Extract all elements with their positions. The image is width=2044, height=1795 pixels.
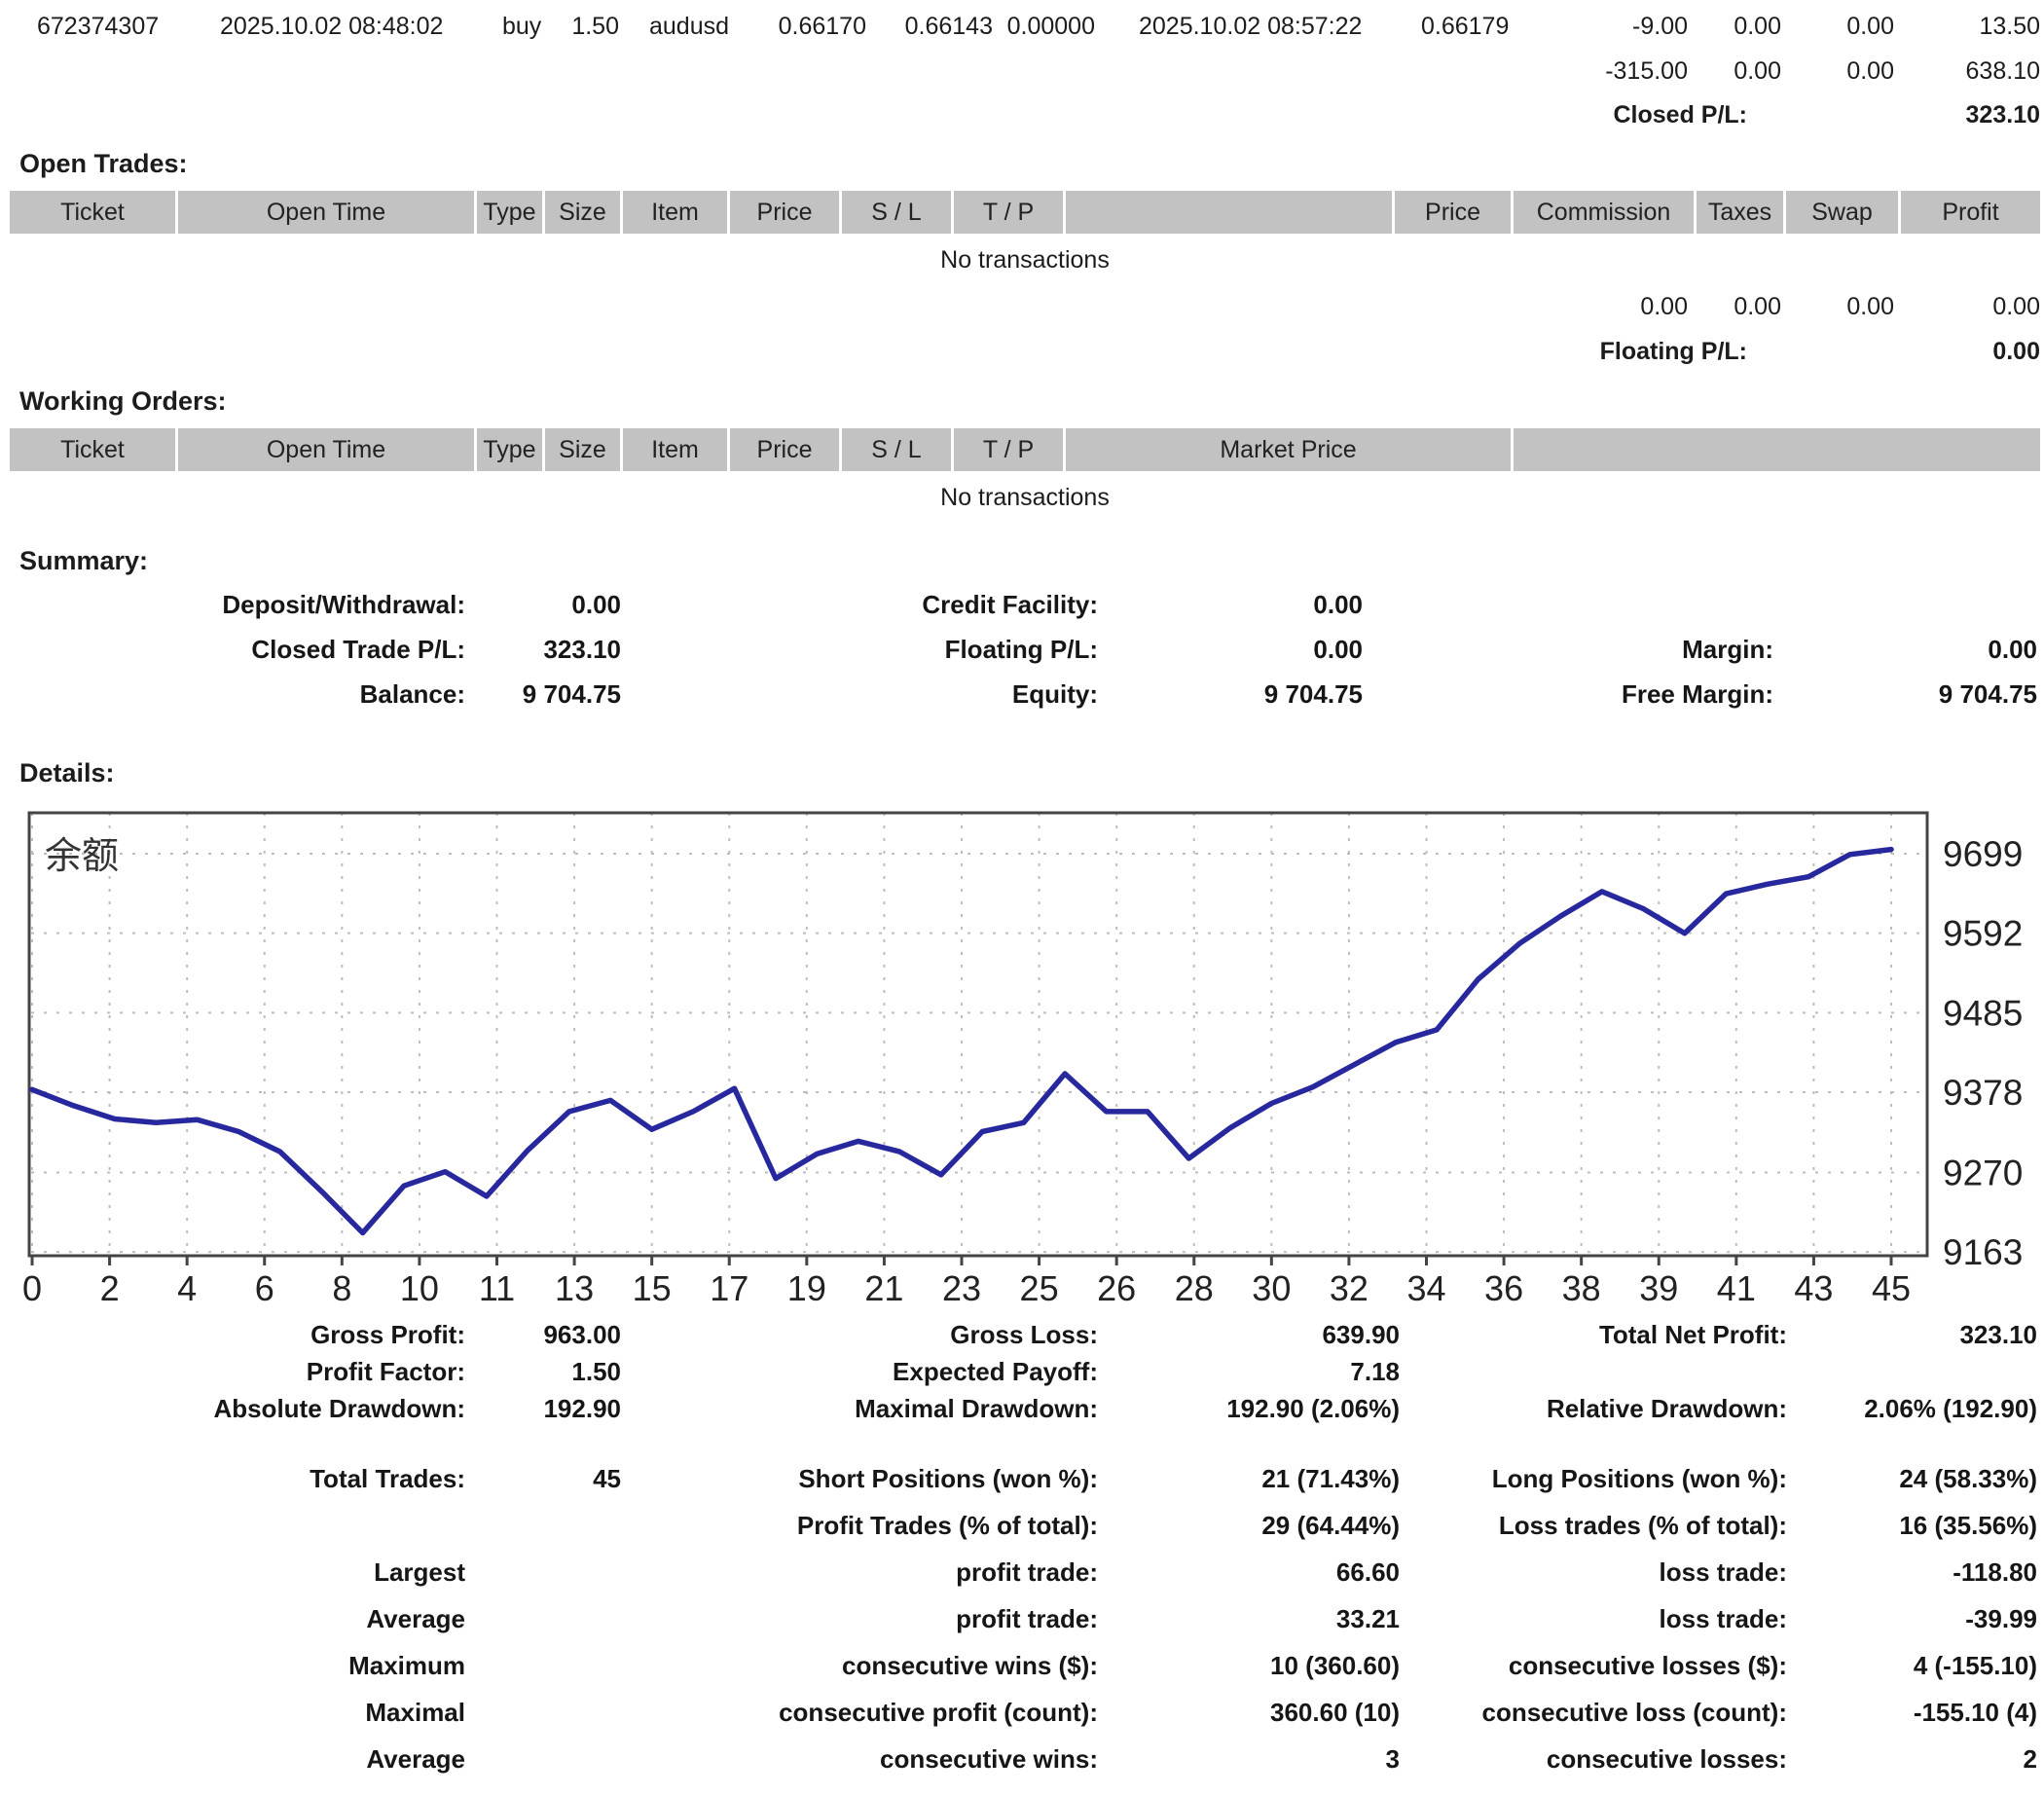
x-tick-label: 13 [555, 1268, 594, 1308]
stat-value: 4 (-155.10) [1801, 1651, 2037, 1680]
stat-label: loss trade: [1421, 1557, 1787, 1587]
stat-label: Average [97, 1744, 465, 1774]
stat-label: Gross Profit: [97, 1320, 465, 1349]
stat-label: consecutive loss (count): [1421, 1698, 1787, 1727]
x-tick-label: 45 [1872, 1268, 1911, 1308]
stat-value: 29 (64.44%) [1119, 1511, 1400, 1540]
x-tick-label: 6 [255, 1268, 274, 1308]
chart-frame [29, 813, 1927, 1256]
stat-value: -39.99 [1801, 1604, 2037, 1633]
x-tick-label: 4 [177, 1268, 197, 1308]
stat-value: 66.60 [1119, 1557, 1400, 1587]
y-tick-label: 9163 [1943, 1232, 2023, 1272]
stat-value: 323.10 [1801, 1320, 2037, 1349]
x-tick-label: 38 [1562, 1268, 1601, 1308]
stat-value: 16 (35.56%) [1801, 1511, 2037, 1540]
x-tick-label: 25 [1020, 1268, 1059, 1308]
x-tick-label: 15 [633, 1268, 672, 1308]
stat-label: Short Positions (won %): [545, 1464, 1098, 1493]
y-tick-label: 9270 [1943, 1153, 2023, 1192]
y-tick-label: 9699 [1943, 834, 2023, 874]
stat-value: -118.80 [1801, 1557, 2037, 1587]
x-tick-label: 41 [1717, 1268, 1756, 1308]
statement-report-page: 672374307 2025.10.02 08:48:02 buy 1.50 a… [0, 0, 2044, 1795]
stat-value: 639.90 [1119, 1320, 1400, 1349]
x-tick-label: 39 [1639, 1268, 1678, 1308]
x-tick-label: 43 [1794, 1268, 1833, 1308]
y-tick-label: 9592 [1943, 914, 2023, 954]
x-tick-label: 0 [22, 1268, 42, 1308]
stat-label: Profit Factor: [97, 1357, 465, 1386]
x-tick-label: 21 [864, 1268, 903, 1308]
y-tick-label: 9485 [1943, 993, 2023, 1033]
stat-value: 2.06% (192.90) [1801, 1394, 2037, 1423]
stat-value: 2 [1801, 1744, 2037, 1774]
stat-label: Long Positions (won %): [1421, 1464, 1787, 1493]
stat-value: 192.90 (2.06%) [1119, 1394, 1400, 1423]
stat-label: Largest [97, 1557, 465, 1587]
x-tick-label: 8 [332, 1268, 351, 1308]
stat-label: profit trade: [545, 1557, 1098, 1587]
stat-value: 3 [1119, 1744, 1400, 1774]
stat-value: 21 (71.43%) [1119, 1464, 1400, 1493]
stat-label: Expected Payoff: [545, 1357, 1098, 1386]
stat-label: Total Net Profit: [1421, 1320, 1787, 1349]
stat-label: loss trade: [1421, 1604, 1787, 1633]
stat-label: Maximum [97, 1651, 465, 1680]
stat-value: 360.60 (10) [1119, 1698, 1400, 1727]
y-tick-label: 9378 [1943, 1073, 2023, 1113]
stat-value: 33.21 [1119, 1604, 1400, 1633]
x-tick-label: 26 [1097, 1268, 1136, 1308]
stat-label: consecutive wins ($): [545, 1651, 1098, 1680]
stat-value: 10 (360.60) [1119, 1651, 1400, 1680]
x-tick-label: 34 [1406, 1268, 1445, 1308]
x-tick-label: 2 [100, 1268, 120, 1308]
stat-label: Maximal Drawdown: [545, 1394, 1098, 1423]
stat-label: consecutive profit (count): [545, 1698, 1098, 1727]
x-tick-label: 30 [1252, 1268, 1291, 1308]
balance-chart: 0 2 4 6 8 10 11 13 15 17 19 21 23 25 26 28 30 32 34 36 38 39 4… [0, 0, 2044, 1324]
x-tick-label: 10 [400, 1268, 439, 1308]
stat-label: consecutive losses: [1421, 1744, 1787, 1774]
stat-label: Gross Loss: [545, 1320, 1098, 1349]
stat-label: Loss trades (% of total): [1421, 1511, 1787, 1540]
stat-label: consecutive wins: [545, 1744, 1098, 1774]
stat-label: Total Trades: [97, 1464, 465, 1493]
stat-label: Absolute Drawdown: [97, 1394, 465, 1423]
stat-label: Relative Drawdown: [1421, 1394, 1787, 1423]
stat-value: 7.18 [1119, 1357, 1400, 1386]
x-tick-label: 11 [479, 1268, 515, 1308]
stat-label: Average [97, 1604, 465, 1633]
stat-value: -155.10 (4) [1801, 1698, 2037, 1727]
x-tick-label: 23 [942, 1268, 981, 1308]
x-tick-label: 19 [787, 1268, 826, 1308]
x-tick-label: 32 [1330, 1268, 1369, 1308]
stat-label: profit trade: [545, 1604, 1098, 1633]
x-tick-label: 36 [1484, 1268, 1523, 1308]
stat-value: 24 (58.33%) [1801, 1464, 2037, 1493]
stat-label: Profit Trades (% of total): [545, 1511, 1098, 1540]
chart-title: 余额 [45, 836, 119, 877]
x-tick-label: 28 [1175, 1268, 1214, 1308]
stat-label: consecutive losses ($): [1421, 1651, 1787, 1680]
x-tick-label: 17 [710, 1268, 748, 1308]
stat-label: Maximal [97, 1698, 465, 1727]
